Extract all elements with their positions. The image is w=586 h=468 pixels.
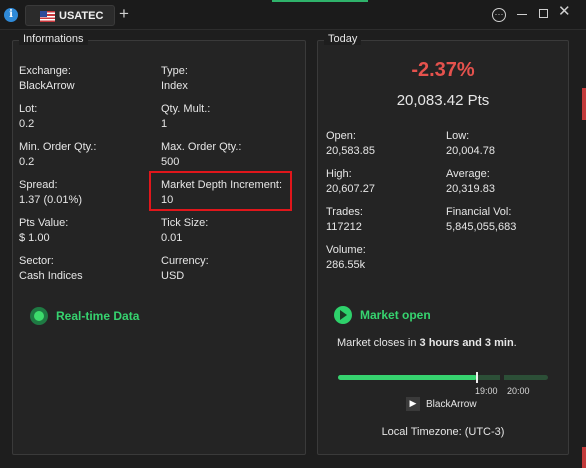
- field-label: Spread:: [19, 179, 58, 191]
- progress-fill: [338, 375, 477, 380]
- active-accent-line: [272, 0, 368, 2]
- stat-label: Volume:: [326, 244, 366, 256]
- field-value: Index: [161, 80, 188, 92]
- stat-label: Low:: [446, 130, 470, 142]
- volume-stat: Volume: 286.55k: [326, 243, 466, 273]
- open-stat: Open: 20,583.85: [326, 129, 466, 159]
- blackarrow-logo-icon: ▶: [406, 397, 420, 411]
- field-label: Sector:: [19, 255, 54, 267]
- minimize-button[interactable]: [517, 14, 527, 15]
- field-value: 0.2: [19, 118, 35, 130]
- stat-value: 286.55k: [326, 259, 366, 271]
- local-timezone: Local Timezone: (UTC-3): [381, 426, 505, 438]
- type-field: Type: Index: [161, 64, 301, 94]
- field-label: Type:: [161, 65, 188, 77]
- field-label: Exchange:: [19, 65, 71, 77]
- us-flag-icon: [40, 11, 55, 22]
- market-close-countdown: Market closes in 3 hours and 3 min.: [337, 337, 517, 349]
- stat-value: 20,607.27: [326, 183, 375, 195]
- min-order-field: Min. Order Qty.: 0.2: [19, 140, 159, 170]
- stat-value: 5,845,055,683: [446, 221, 517, 233]
- field-value: BlackArrow: [19, 80, 75, 92]
- high-stat: High: 20,607.27: [326, 167, 466, 197]
- session-progress-bar: [338, 372, 548, 383]
- sector-field: Sector: Cash Indices: [19, 254, 159, 284]
- field-label: Pts Value:: [19, 217, 69, 229]
- spread-field: Spread: 1.37 (0.01%): [19, 178, 159, 208]
- info-icon[interactable]: i: [4, 8, 18, 22]
- field-label: Min. Order Qty.:: [19, 141, 97, 153]
- pts-value-field: Pts Value: $ 1.00: [19, 216, 159, 246]
- broker-row: ▶ BlackArrow: [406, 397, 477, 411]
- field-value: 500: [161, 156, 180, 168]
- side-indicator: [582, 88, 586, 120]
- session-tick-label: 20:00: [507, 386, 530, 396]
- play-icon: [334, 306, 352, 324]
- tab-usatec[interactable]: USATEC: [25, 5, 115, 26]
- stat-value: 20,583.85: [326, 145, 375, 157]
- title-bar: i USATEC + ··· ✕: [0, 0, 586, 30]
- low-stat: Low: 20,004.78: [446, 129, 586, 159]
- closes-suffix: .: [513, 337, 517, 349]
- trades-stat: Trades: 117212: [326, 205, 466, 235]
- maximize-button[interactable]: [539, 9, 548, 18]
- more-options-icon[interactable]: ···: [492, 8, 506, 22]
- session-tick-label: 19:00: [475, 386, 498, 396]
- currency-field: Currency: USD: [161, 254, 301, 284]
- qty-mult-field: Qty. Mult.: 1: [161, 102, 301, 132]
- field-value: Cash Indices: [19, 270, 83, 282]
- exchange-field: Exchange: BlackArrow: [19, 64, 159, 94]
- stat-label: Open:: [326, 130, 356, 142]
- progress-gap: [500, 375, 504, 380]
- market-status-label: Market open: [360, 308, 431, 322]
- stat-label: Trades:: [326, 206, 363, 218]
- market-status: Market open: [334, 306, 431, 324]
- stat-value: 20,319.83: [446, 183, 495, 195]
- realtime-label: Real-time Data: [56, 309, 140, 323]
- field-value: 0.01: [161, 232, 183, 244]
- today-panel: Today -2.37% 20,083.42 Pts Open: 20,583.…: [317, 33, 569, 455]
- stat-label: Average:: [446, 168, 490, 180]
- field-value: USD: [161, 270, 185, 282]
- tab-label: USATEC: [59, 10, 104, 22]
- panel-title: Today: [324, 33, 362, 45]
- informations-panel: Informations Exchange: BlackArrow Type: …: [12, 33, 306, 455]
- highlight-box: [149, 171, 292, 211]
- stat-label: Financial Vol:: [446, 206, 512, 218]
- average-stat: Average: 20,319.83: [446, 167, 586, 197]
- field-value: 0.2: [19, 156, 35, 168]
- field-label: Tick Size:: [161, 217, 209, 229]
- field-value: $ 1.00: [19, 232, 50, 244]
- current-price: 20,083.42 Pts: [396, 92, 490, 109]
- broker-name: BlackArrow: [426, 398, 477, 410]
- lot-field: Lot: 0.2: [19, 102, 159, 132]
- closes-time: 3 hours and 3 min: [419, 337, 514, 349]
- side-indicator: [582, 447, 586, 468]
- field-label: Lot:: [19, 103, 38, 115]
- progress-marker: [476, 372, 478, 383]
- close-button[interactable]: ✕: [558, 4, 571, 19]
- live-dot-icon: [30, 307, 48, 325]
- panel-title: Informations: [19, 33, 88, 45]
- stat-value: 20,004.78: [446, 145, 495, 157]
- daily-change: -2.37%: [411, 59, 475, 81]
- financial-vol-stat: Financial Vol: 5,845,055,683: [446, 205, 586, 235]
- max-order-field: Max. Order Qty.: 500: [161, 140, 301, 170]
- realtime-status: Real-time Data: [30, 307, 139, 325]
- field-value: 1: [161, 118, 168, 130]
- field-value: 1.37 (0.01%): [19, 194, 82, 206]
- stat-value: 117212: [326, 221, 362, 233]
- field-label: Max. Order Qty.:: [161, 141, 242, 153]
- add-tab-button[interactable]: +: [119, 5, 129, 23]
- tick-size-field: Tick Size: 0.01: [161, 216, 301, 246]
- stat-label: High:: [326, 168, 352, 180]
- field-label: Qty. Mult.:: [161, 103, 211, 115]
- field-label: Currency:: [161, 255, 209, 267]
- closes-prefix: Market closes in: [337, 337, 420, 349]
